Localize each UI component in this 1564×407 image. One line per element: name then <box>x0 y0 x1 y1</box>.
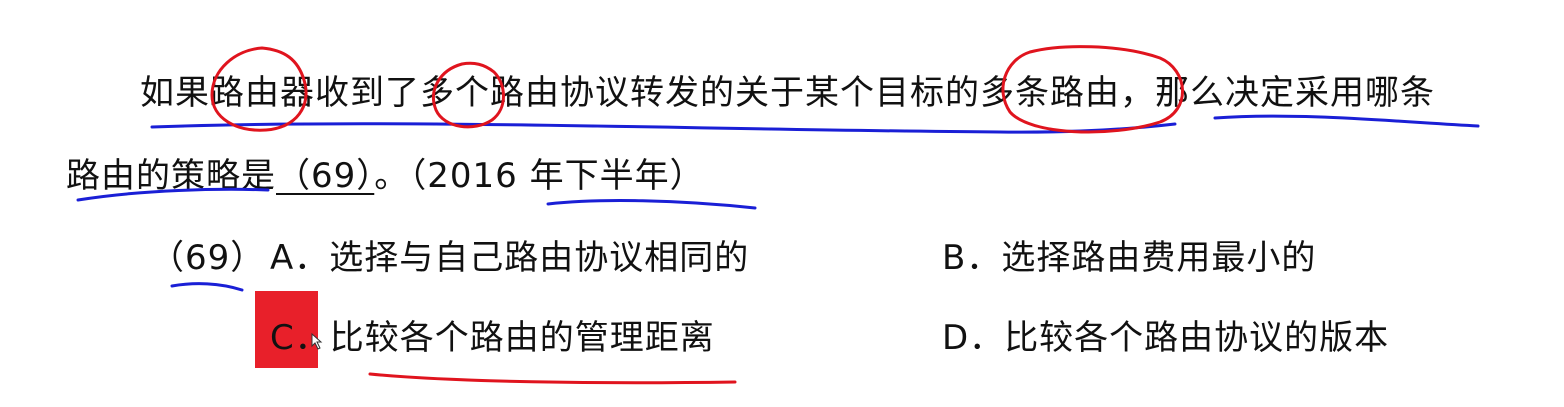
option-d-label: D． <box>942 318 1005 358</box>
option-a[interactable]: A．选择与自己路由协议相同的 <box>270 238 749 278</box>
blue-underline-line1-main <box>150 122 1177 134</box>
option-b-text: 选择路由费用最小的 <box>1001 238 1317 278</box>
option-d[interactable]: D．比较各个路由协议的版本 <box>942 318 1389 358</box>
option-c[interactable]: C．比较各个路由的管理距离 <box>270 318 715 358</box>
option-c-text: 比较各个路由的管理距离 <box>329 318 715 358</box>
red-underline-option-c <box>368 372 737 385</box>
answer-blank: （69） <box>276 156 375 196</box>
question-line-2: 路由的策略是（69）。（2016 年下半年） <box>66 156 705 196</box>
option-b-label: B． <box>942 238 1002 278</box>
question-line-2-suffix: 。（2016 年下半年） <box>374 156 705 196</box>
option-a-label: A． <box>270 238 330 278</box>
option-c-label: C． <box>270 318 330 358</box>
blue-underline-line1-tail <box>1213 114 1480 128</box>
option-b[interactable]: B．选择路由费用最小的 <box>942 238 1316 278</box>
blue-underline-question-number <box>170 282 244 292</box>
option-a-text: 选择与自己路由协议相同的 <box>329 238 750 278</box>
question-page: 如果路由器收到了多个路由协议转发的关于某个目标的多条路由，那么决定采用哪条 路由… <box>0 0 1564 407</box>
question-line-1: 如果路由器收到了多个路由协议转发的关于某个目标的多条路由，那么决定采用哪条 <box>140 73 1435 113</box>
question-number: （69） <box>150 238 266 278</box>
option-d-text: 比较各个路由协议的版本 <box>1004 318 1390 358</box>
question-line-2-prefix: 路由的策略是 <box>66 156 276 196</box>
blue-underline-year <box>546 199 757 210</box>
